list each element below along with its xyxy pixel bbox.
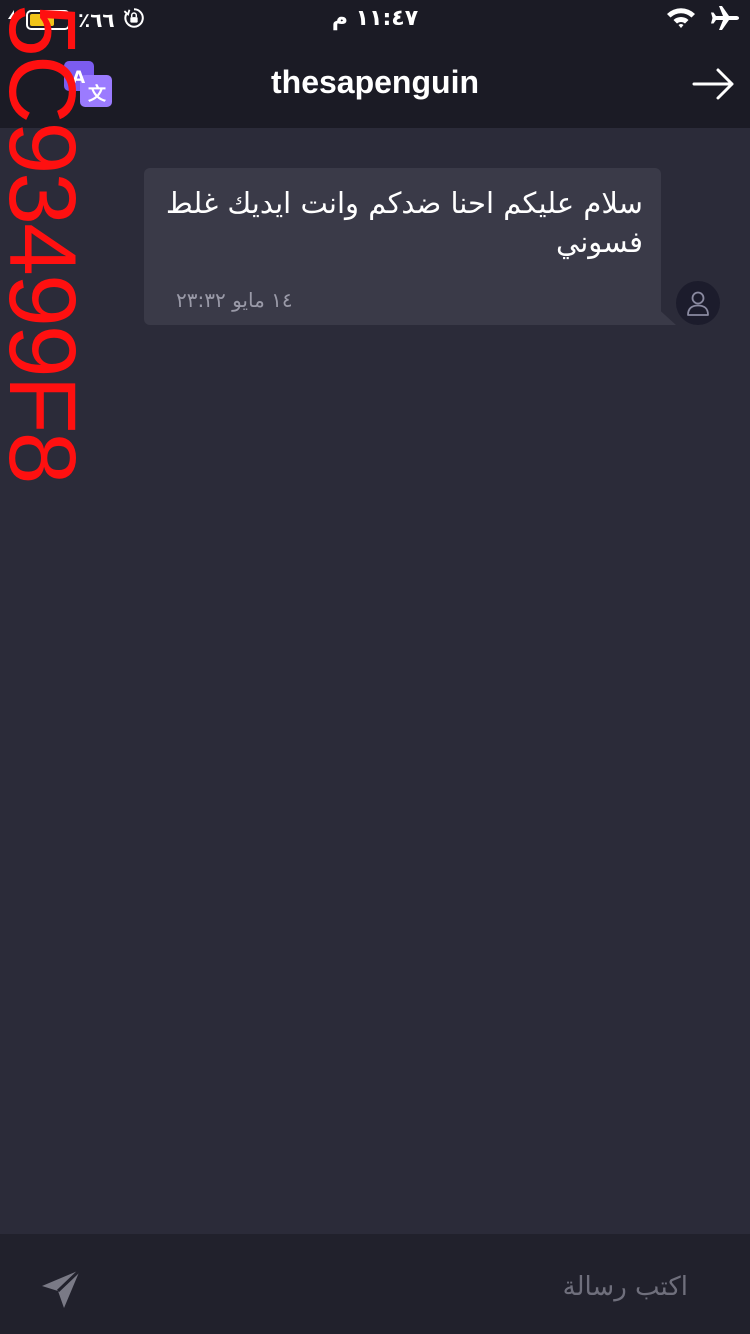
message-text: سلام عليكم احنا ضدكم وانت ايديك غلط فسون… [165, 186, 643, 259]
status-right-group [666, 6, 740, 34]
message-composer [0, 1234, 750, 1334]
send-button[interactable] [40, 1268, 84, 1310]
airplane-icon [710, 5, 740, 35]
message-bubble[interactable]: سلام عليكم احنا ضدكم وانت ايديك غلط فسون… [144, 168, 661, 325]
message-input[interactable] [146, 1262, 690, 1312]
user-icon [687, 291, 709, 316]
message-timestamp: ١٤ مايو ٢٣:٣٢ [176, 288, 293, 312]
avatar[interactable] [676, 281, 720, 325]
send-icon [42, 1268, 82, 1308]
back-button[interactable] [692, 66, 736, 102]
wifi-icon [666, 7, 696, 33]
message-bubble-tail [654, 305, 676, 325]
status-bar: ٦٦٪ ١١:٤٧ م [0, 0, 750, 40]
chat-title: thesapenguin [270, 64, 479, 100]
status-time: ١١:٤٧ م [331, 6, 419, 31]
chat-header: A 文 thesapenguin [0, 40, 750, 128]
arrow-right-icon [692, 68, 734, 100]
